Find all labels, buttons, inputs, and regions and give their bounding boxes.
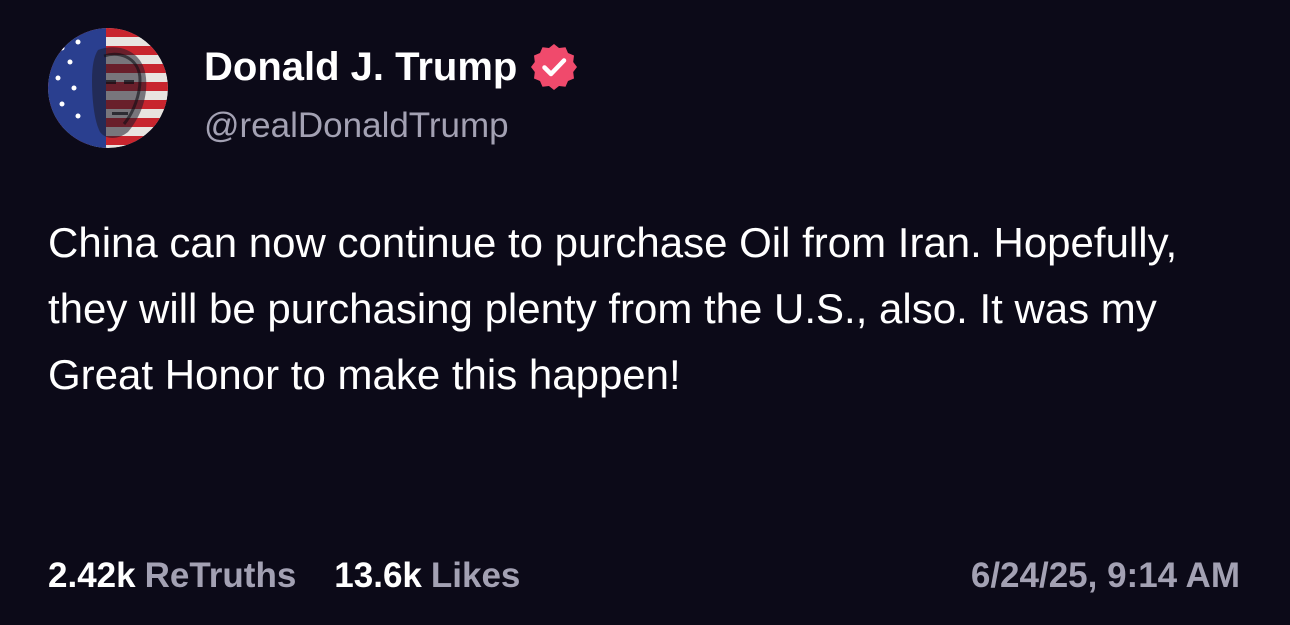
- retruths-count: 2.42k: [48, 556, 136, 595]
- author-handle[interactable]: @realDonaldTrump: [204, 104, 509, 148]
- verified-badge-icon: [531, 44, 578, 90]
- flag-portrait-avatar-icon: [48, 28, 168, 148]
- retruths-label: ReTruths: [144, 556, 297, 595]
- author-display-name[interactable]: Donald J. Trump: [204, 42, 517, 92]
- likes-label: Likes: [430, 556, 521, 595]
- post-stats: 2.42k ReTruths 13.6k Likes: [48, 552, 520, 600]
- truth-post-card: Donald J. Trump @realDonaldTrump China c…: [0, 0, 1290, 625]
- post-timestamp[interactable]: 6/24/25, 9:14 AM: [971, 552, 1240, 600]
- likes-stat[interactable]: 13.6k Likes: [334, 552, 520, 600]
- retruths-stat[interactable]: 2.42k ReTruths: [48, 552, 296, 600]
- author-name-row: Donald J. Trump: [204, 42, 579, 92]
- likes-count: 13.6k: [334, 556, 422, 595]
- avatar[interactable]: [48, 28, 168, 148]
- post-text: China can now continue to purchase Oil f…: [48, 219, 1178, 398]
